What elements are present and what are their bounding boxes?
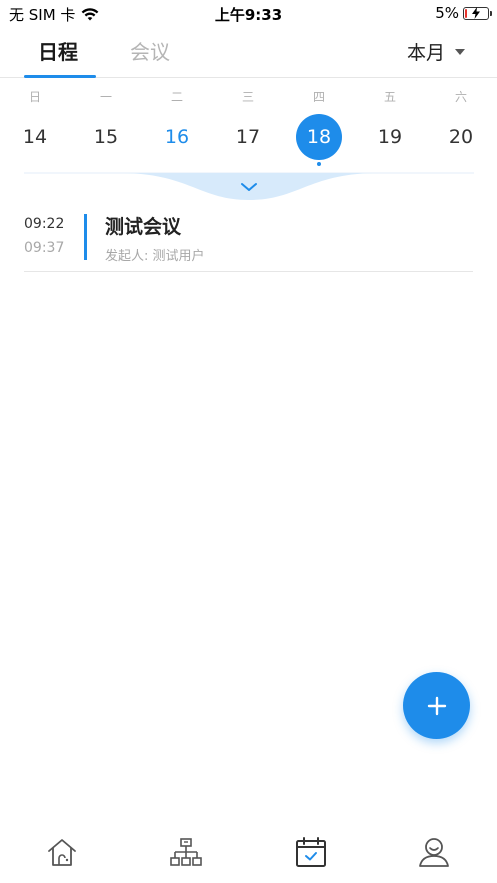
- tab-meeting[interactable]: 会议: [130, 36, 170, 65]
- month-dropdown-label: 本月: [406, 42, 445, 64]
- date-number: 20: [448, 126, 474, 148]
- nav-organization[interactable]: [168, 834, 204, 870]
- event-title: 测试会议: [105, 216, 182, 238]
- weekday-label: 一: [99, 90, 112, 104]
- battery-percent: 5%: [435, 4, 459, 22]
- month-dropdown[interactable]: 本月: [407, 38, 465, 65]
- date-cell[interactable]: 19: [360, 126, 420, 148]
- date-cell[interactable]: 15: [76, 126, 136, 148]
- date-cell[interactable]: 20: [431, 126, 491, 148]
- nav-calendar[interactable]: [293, 834, 329, 870]
- date-number: 16: [164, 126, 190, 148]
- battery-level: [465, 8, 467, 18]
- weekday-label: 三: [241, 90, 254, 104]
- event-end-time: 09:37: [24, 240, 65, 256]
- active-tab-indicator: [24, 75, 96, 78]
- event-item[interactable]: 09:22 09:37 测试会议 发起人: 测试用户: [24, 206, 473, 272]
- bottom-nav: [0, 828, 497, 883]
- event-organizer: 发起人: 测试用户: [105, 249, 205, 264]
- event-dot: [317, 162, 321, 166]
- chevron-down-icon: [241, 183, 257, 191]
- tab-schedule[interactable]: 日程: [38, 36, 78, 65]
- org-chart-icon: [170, 838, 202, 866]
- date-number: 17: [235, 126, 261, 148]
- calendar-icon: [296, 837, 326, 867]
- weekday-label: 五: [383, 90, 396, 104]
- charging-bolt-icon: [472, 6, 480, 19]
- plus-icon: [427, 696, 446, 715]
- status-right: 5%: [435, 4, 492, 22]
- date-number: 14: [22, 126, 48, 148]
- date-cell-today[interactable]: 16: [147, 126, 207, 148]
- event-start-time: 09:22: [24, 216, 65, 232]
- add-event-button[interactable]: [403, 672, 470, 739]
- date-number: 15: [93, 126, 119, 148]
- date-number: 18: [306, 126, 332, 148]
- battery-icon: [463, 6, 492, 20]
- date-number: 19: [377, 126, 403, 148]
- date-cell-selected[interactable]: 18: [289, 112, 349, 170]
- caret-down-icon: [455, 48, 465, 55]
- status-bar: 无 SIM 卡 上午9:33 5%: [0, 0, 497, 26]
- weekday-label: 六: [454, 90, 467, 104]
- date-cell[interactable]: 14: [5, 126, 65, 148]
- user-icon: [419, 838, 449, 867]
- date-cell[interactable]: 17: [218, 126, 278, 148]
- expand-calendar-handle[interactable]: [24, 172, 474, 202]
- header-tabs: 日程 会议 本月: [0, 30, 497, 78]
- clock: 上午9:33: [214, 6, 283, 24]
- event-color-bar: [84, 214, 87, 260]
- nav-profile[interactable]: [416, 834, 452, 870]
- weekday-label: 日: [28, 90, 41, 104]
- weekday-label: 四: [312, 90, 325, 104]
- nav-home[interactable]: [44, 834, 80, 870]
- date-row: 14 15 16 17 18 19 20: [0, 112, 497, 166]
- weekday-label: 二: [170, 90, 183, 104]
- home-icon: [48, 839, 76, 866]
